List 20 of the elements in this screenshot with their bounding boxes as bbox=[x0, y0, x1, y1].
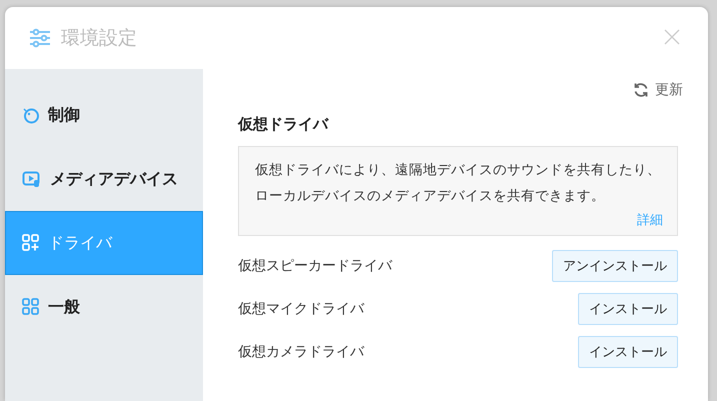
driver-action-button[interactable]: インストール bbox=[578, 292, 678, 324]
dial-icon bbox=[22, 106, 40, 124]
driver-action-button[interactable]: アンインストール bbox=[552, 250, 678, 282]
sidebar-item[interactable]: メディアデバイス bbox=[5, 147, 203, 211]
sidebar-item[interactable]: 制御 bbox=[5, 83, 203, 147]
grid-plus-icon bbox=[22, 234, 40, 252]
section-title: 仮想ドライバ bbox=[238, 115, 330, 134]
driver-name: 仮想マイクドライバ bbox=[238, 300, 364, 318]
driver-name: 仮想カメラドライバ bbox=[238, 342, 364, 360]
video-icon bbox=[22, 170, 42, 188]
sliders-icon bbox=[29, 28, 51, 48]
driver-name: 仮想スピーカードライバ bbox=[238, 256, 392, 274]
grid-icon bbox=[22, 298, 40, 316]
refresh-icon bbox=[633, 82, 649, 98]
driver-action-button[interactable]: インストール bbox=[578, 336, 678, 368]
sidebar-item[interactable]: 一般 bbox=[5, 275, 203, 339]
close-icon[interactable] bbox=[664, 29, 680, 45]
window-title: 環境設定 bbox=[61, 26, 137, 51]
refresh-button[interactable]: 更新 bbox=[633, 81, 683, 99]
description-text: 仮想ドライバにより、遠隔地デバイスのサウンドを共有したり、ローカルデバイスのメディアデバイスを共有できます。 bbox=[255, 161, 662, 206]
